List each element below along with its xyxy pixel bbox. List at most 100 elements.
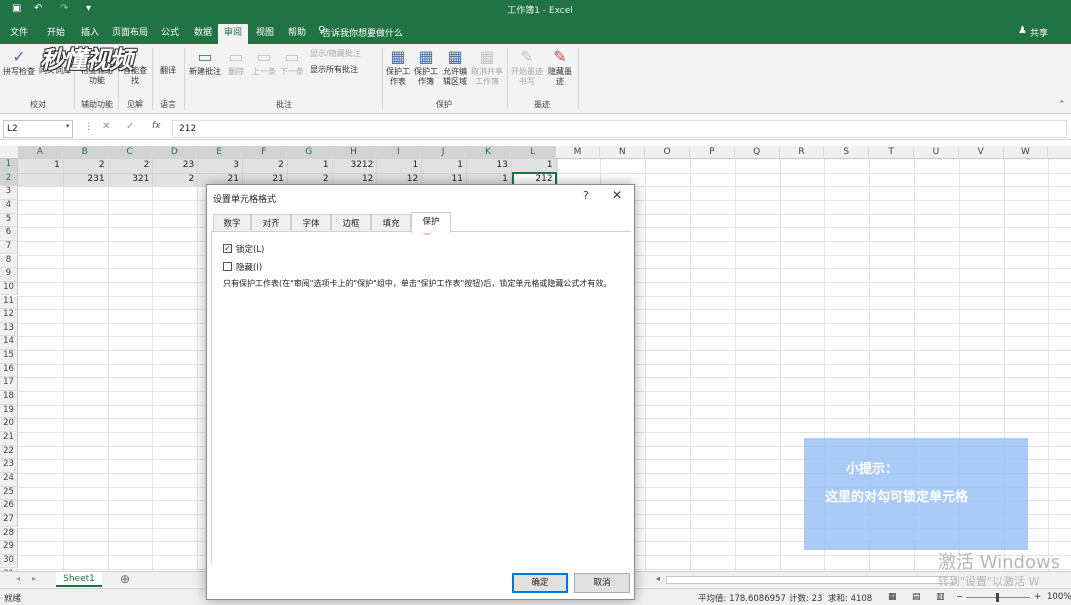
row-header[interactable]: 11 (0, 295, 18, 310)
column-header[interactable]: D (152, 146, 198, 159)
name-box[interactable]: L2 (3, 120, 73, 138)
column-header[interactable]: J (421, 146, 466, 159)
next-comment-button[interactable]: ▭ 下一条 (278, 48, 306, 77)
tab-help[interactable]: 帮助 (282, 24, 312, 44)
row-header[interactable]: 30 (0, 554, 18, 569)
help-icon[interactable]: ? (583, 189, 589, 202)
row-header[interactable]: 25 (0, 486, 18, 501)
cell[interactable]: 1 (421, 159, 466, 172)
cell[interactable]: 2 (63, 159, 108, 172)
previous-comment-button[interactable]: ▭ 上一条 (250, 48, 278, 77)
show-all-comments-button[interactable]: 显示所有批注 (310, 65, 380, 75)
row-header[interactable]: 23 (0, 459, 18, 473)
cell[interactable]: 1 (18, 159, 63, 172)
row-header[interactable]: 13 (0, 322, 18, 337)
column-header[interactable]: W (1004, 146, 1049, 159)
protect-workbook-button[interactable]: ▦ 保护工作簿 (412, 48, 440, 87)
customize-qat-icon[interactable]: ▾ (86, 3, 91, 14)
column-header[interactable]: B (62, 146, 108, 159)
row-header[interactable]: 3 (0, 186, 18, 200)
row-header[interactable]: 28 (0, 527, 18, 542)
row-header[interactable]: 24 (0, 472, 18, 487)
formula-input[interactable]: 212 (172, 120, 1067, 138)
spell-check-button[interactable]: ✓ 拼写检查 (2, 48, 36, 77)
cell[interactable]: 1 (376, 159, 421, 172)
cancel-icon[interactable]: ✕ (102, 121, 110, 132)
allow-edit-ranges-button[interactable]: ▦ 允许编辑区域 (440, 48, 470, 87)
delete-comment-button[interactable]: ▭ 删除 (224, 48, 248, 77)
new-comment-button[interactable]: ▭ 新建批注 (186, 48, 224, 77)
tell-me-box[interactable]: 告诉我你想要做什么 (322, 26, 403, 39)
hidden-checkbox[interactable] (223, 262, 232, 271)
page-layout-view-icon[interactable]: ▤ (912, 592, 921, 602)
scroll-right-icon[interactable]: ▸ (32, 574, 36, 583)
scroll-left-icon[interactable]: ◂ (16, 574, 20, 583)
protect-sheet-button[interactable]: ▦ 保护工作表 (384, 48, 412, 87)
locked-checkbox[interactable]: ✓ (223, 244, 232, 253)
column-header[interactable]: N (600, 146, 646, 159)
column-header[interactable]: P (690, 146, 735, 159)
tab-data[interactable]: 数据 (188, 24, 218, 44)
page-break-view-icon[interactable]: ▥ (936, 592, 945, 602)
column-header[interactable]: T (869, 146, 914, 159)
translate-button[interactable]: 翻译 (156, 66, 180, 76)
column-header[interactable]: M (556, 146, 601, 159)
insert-function-icon[interactable]: fx (152, 121, 161, 131)
dialog-tab-font[interactable]: 字体 (291, 214, 331, 232)
row-header[interactable]: 16 (0, 363, 18, 378)
column-header[interactable]: U (914, 146, 959, 159)
normal-view-icon[interactable]: ▦ (888, 592, 897, 602)
horizontal-scrollbar[interactable] (666, 576, 956, 584)
row-header[interactable]: 12 (0, 309, 18, 323)
dialog-tab-border[interactable]: 边框 (331, 214, 371, 232)
row-header[interactable]: 19 (0, 404, 18, 419)
column-header[interactable]: O (645, 146, 690, 159)
add-sheet-icon[interactable]: ⊕ (120, 572, 130, 586)
close-icon[interactable]: ✕ (612, 188, 622, 202)
zoom-in-icon[interactable]: + (1034, 592, 1041, 602)
start-inking-button[interactable]: ✎ 开始墨迹书写 (510, 48, 544, 87)
cell[interactable]: 2 (108, 159, 153, 172)
row-header[interactable]: 6 (0, 227, 18, 241)
column-header[interactable]: C (107, 146, 153, 159)
column-header[interactable]: V (959, 146, 1004, 159)
sheet-tab-sheet1[interactable]: Sheet1 (56, 572, 102, 587)
cell[interactable]: 13 (466, 159, 511, 172)
dialog-tab-number[interactable]: 数字 (213, 214, 251, 232)
undo-icon[interactable]: ↶ (34, 3, 42, 14)
collapse-ribbon-icon[interactable]: ⌃ (1058, 100, 1066, 110)
row-header[interactable]: 7 (0, 240, 18, 255)
share-button[interactable]: 共享 (1030, 26, 1048, 39)
row-header[interactable]: 18 (0, 391, 18, 405)
cell[interactable]: 2 (152, 173, 197, 186)
dialog-tab-protection[interactable]: 保护 (411, 212, 451, 233)
row-header[interactable]: 27 (0, 513, 18, 528)
zoom-out-icon[interactable]: − (956, 592, 963, 602)
show-hide-comment-button[interactable]: 显示/隐藏批注 (310, 49, 380, 59)
unshare-workbook-button[interactable]: ▦ 取消共享工作簿 (470, 48, 504, 87)
cell[interactable]: 23 (152, 159, 197, 172)
tab-view[interactable]: 视图 (250, 24, 280, 44)
row-header[interactable]: 20 (0, 418, 18, 432)
row-header[interactable]: 10 (0, 281, 18, 296)
hscroll-left-icon[interactable]: ◂ (656, 574, 660, 583)
row-header[interactable]: 14 (0, 336, 18, 351)
row-header[interactable]: 17 (0, 377, 18, 391)
cell[interactable]: 1 (287, 159, 332, 172)
row-header[interactable]: 21 (0, 432, 18, 446)
cell[interactable]: 231 (63, 173, 108, 186)
enter-icon[interactable]: ✓ (126, 121, 134, 132)
cell[interactable]: 2 (242, 159, 287, 172)
redo-icon[interactable]: ↷ (60, 3, 68, 14)
cell[interactable]: 1 (511, 159, 556, 172)
tab-file[interactable]: 文件 (4, 24, 34, 44)
row-header[interactable]: 26 (0, 500, 18, 514)
column-header[interactable]: F (242, 146, 287, 159)
cancel-button[interactable]: 取消 (574, 573, 630, 593)
column-header[interactable]: S (824, 146, 870, 159)
dialog-tab-alignment[interactable]: 对齐 (251, 214, 291, 232)
column-header[interactable]: L (510, 146, 556, 159)
dialog-tab-fill[interactable]: 填充 (371, 214, 411, 232)
row-header[interactable]: 2 (0, 172, 18, 187)
zoom-slider-thumb[interactable] (996, 593, 999, 602)
